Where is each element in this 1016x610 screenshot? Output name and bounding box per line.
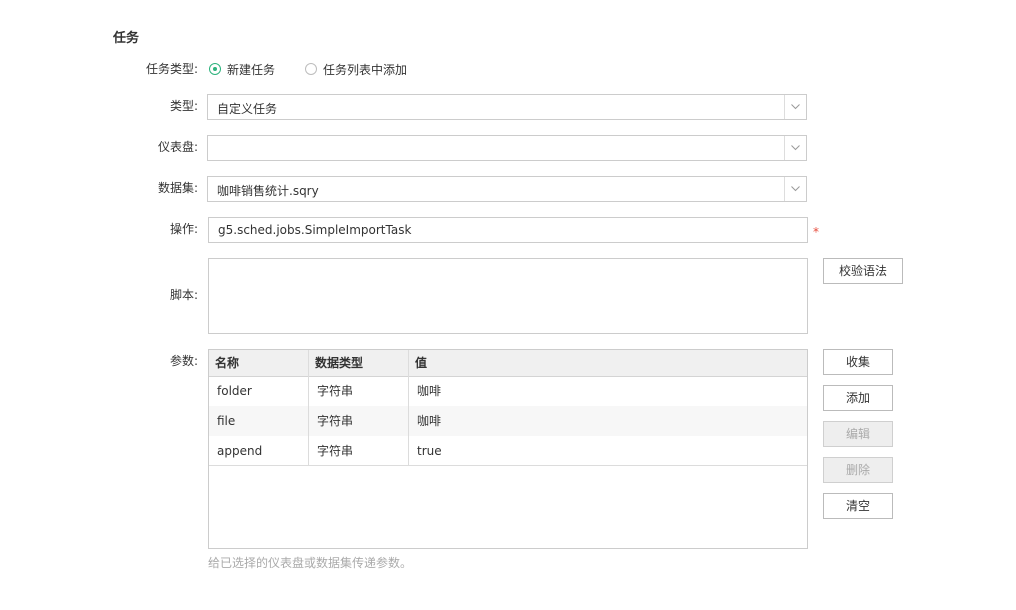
cell-datatype: 字符串 <box>317 384 354 398</box>
script-textarea[interactable] <box>208 258 808 334</box>
add-button[interactable]: 添加 <box>823 385 893 411</box>
table-row[interactable]: file 字符串 咖啡 <box>209 406 807 436</box>
chevron-down-icon <box>791 104 800 110</box>
params-label: 参数: <box>169 354 198 368</box>
table-row[interactable]: append 字符串 true <box>209 436 807 466</box>
type-select[interactable]: 自定义任务 <box>207 94 807 120</box>
operation-input-value: g5.sched.jobs.SimpleImportTask <box>218 223 412 237</box>
type-select-value: 自定义任务 <box>217 102 278 116</box>
operation-input[interactable]: g5.sched.jobs.SimpleImportTask <box>208 217 808 243</box>
params-table: 名称 数据类型 值 folder 字符串 咖啡 file 字符串 咖啡 appe… <box>208 349 808 549</box>
column-divider <box>408 350 409 466</box>
cell-value: 咖啡 <box>417 384 442 398</box>
radio-add-from-list-label: 任务列表中添加 <box>323 62 408 77</box>
cell-value: true <box>417 444 442 458</box>
params-table-header: 名称 数据类型 值 <box>209 350 807 377</box>
radio-add-from-list-dot[interactable] <box>305 63 318 75</box>
chevron-down-icon <box>791 145 800 151</box>
dashboard-label: 仪表盘: <box>157 140 198 154</box>
radio-add-from-list[interactable]: 任务列表中添加 <box>305 61 407 78</box>
column-divider <box>308 350 309 466</box>
cell-datatype: 字符串 <box>317 444 354 458</box>
cell-value: 咖啡 <box>417 414 442 428</box>
column-header-datatype[interactable]: 数据类型 <box>309 350 409 376</box>
column-header-name[interactable]: 名称 <box>209 350 309 376</box>
radio-new-task[interactable]: 新建任务 <box>209 61 275 78</box>
cell-name: folder <box>217 384 252 398</box>
params-hint: 给已选择的仪表盘或数据集传递参数。 <box>208 556 413 570</box>
clear-button[interactable]: 清空 <box>823 493 893 519</box>
dashboard-select[interactable] <box>207 135 807 161</box>
operation-label: 操作: <box>169 222 198 236</box>
dataset-select[interactable]: 咖啡销售统计.sqry <box>207 176 807 202</box>
radio-new-task-label: 新建任务 <box>227 62 276 77</box>
task-type-radio-group: 新建任务 任务列表中添加 <box>209 60 437 78</box>
section-title: 任务 <box>113 31 140 46</box>
dashboard-select-dropdown-button[interactable] <box>784 136 806 160</box>
table-row[interactable]: folder 字符串 咖啡 <box>209 376 807 406</box>
delete-button[interactable]: 删除 <box>823 457 893 483</box>
radio-new-task-dot[interactable] <box>209 63 221 75</box>
cell-name: append <box>217 444 263 458</box>
script-label: 脚本: <box>169 288 198 302</box>
chevron-down-icon <box>791 186 800 192</box>
edit-button[interactable]: 编辑 <box>823 421 893 447</box>
column-header-value[interactable]: 值 <box>409 350 807 376</box>
cell-name: file <box>217 414 236 428</box>
cell-datatype: 字符串 <box>317 414 354 428</box>
required-mark: * <box>813 225 819 239</box>
type-label: 类型: <box>169 99 198 113</box>
dataset-select-dropdown-button[interactable] <box>784 177 806 201</box>
dataset-select-value: 咖啡销售统计.sqry <box>217 184 319 198</box>
task-type-label: 任务类型: <box>145 62 198 76</box>
type-select-dropdown-button[interactable] <box>784 95 806 119</box>
collect-button[interactable]: 收集 <box>823 349 893 375</box>
row-divider <box>209 465 807 466</box>
validate-syntax-button[interactable]: 校验语法 <box>823 258 903 284</box>
dataset-label: 数据集: <box>157 181 198 195</box>
